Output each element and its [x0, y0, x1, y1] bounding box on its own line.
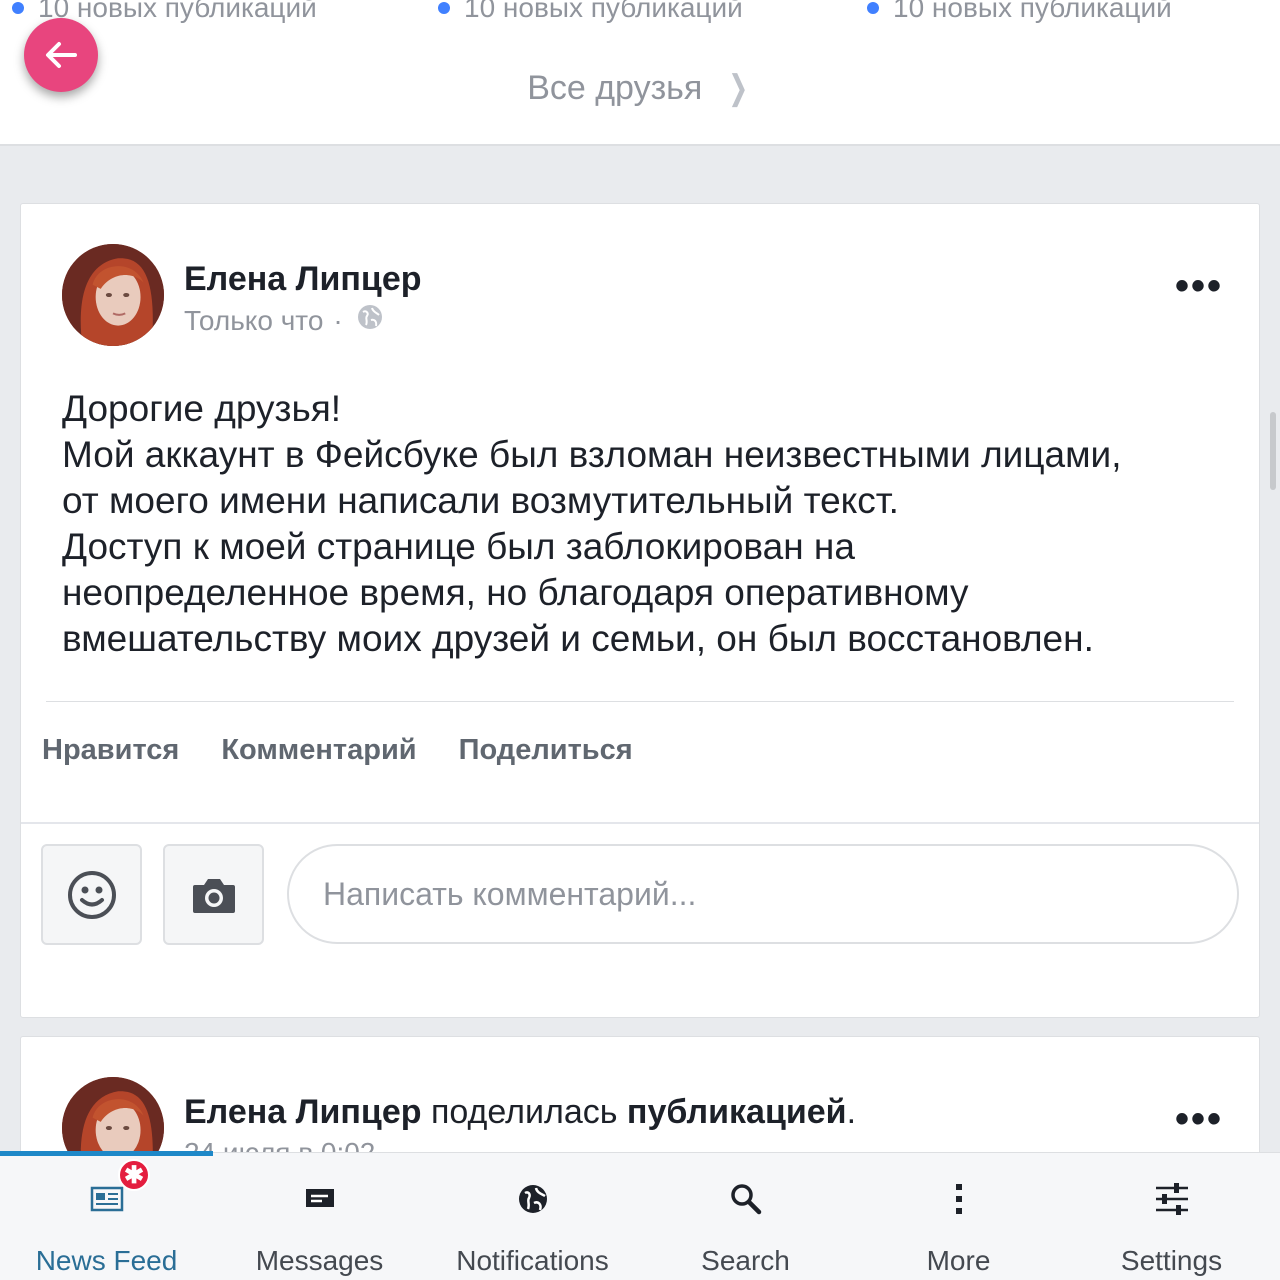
new-posts-indicator[interactable]: 10 новых публикаций — [867, 0, 1172, 24]
shared-object-link[interactable]: публикацией — [627, 1093, 847, 1131]
tab-search[interactable]: Search — [639, 1153, 852, 1280]
chevron-right-icon: ❯ — [728, 69, 749, 107]
post-time[interactable]: Только что — [184, 305, 323, 337]
tab-messages[interactable]: Messages — [213, 1153, 426, 1280]
post-text: Дорогие друзья! Мой аккаунт в Фейсбуке б… — [62, 386, 1232, 662]
comment-button[interactable]: Комментарий — [221, 734, 416, 767]
post-text-line: Мой аккаунт в Фейсбуке был взломан неизв… — [62, 434, 1122, 475]
share-button[interactable]: Поделиться — [459, 734, 633, 767]
back-button[interactable] — [24, 18, 98, 92]
divider — [21, 822, 1259, 824]
new-posts-label: 10 новых публикаций — [464, 0, 743, 23]
scrollbar-thumb[interactable] — [1270, 412, 1276, 490]
post-text-line: Доступ к моей странице был заблокирован … — [62, 526, 855, 567]
meta-separator: · — [333, 304, 343, 336]
new-posts-label: 10 новых публикаций — [893, 0, 1172, 23]
notification-badge: ✱ — [118, 1159, 150, 1191]
post-author[interactable]: Елена Липцер — [184, 260, 422, 299]
globe-icon — [517, 1181, 549, 1217]
post-text-line: Дорогие друзья! — [62, 388, 342, 429]
post-meta: Только что · — [184, 304, 383, 337]
bottom-tab-bar: ✱ News Feed Messages Notifications Searc… — [0, 1151, 1280, 1280]
all-friends-label: Все друзья — [527, 69, 703, 107]
smiley-icon — [67, 870, 116, 919]
globe-icon — [357, 304, 383, 337]
new-posts-label: 10 новых публикаций — [38, 0, 317, 23]
tab-news-feed[interactable]: ✱ News Feed — [0, 1153, 213, 1280]
more-vertical-icon — [954, 1181, 964, 1217]
post-actions: Нравится Комментарий Поделиться — [42, 734, 633, 767]
unread-dot — [867, 2, 879, 14]
arrow-left-icon — [46, 42, 77, 68]
post-author[interactable]: Елена Липцер — [184, 1093, 422, 1131]
new-posts-indicator[interactable]: 10 новых публикаций — [438, 0, 743, 24]
tab-label: Search — [701, 1245, 790, 1276]
tab-settings[interactable]: Settings — [1065, 1153, 1278, 1280]
newsfeed-icon — [90, 1181, 124, 1217]
all-friends-link[interactable]: Все друзья ❯ — [0, 68, 1280, 108]
emoji-button[interactable] — [41, 844, 142, 945]
search-icon — [729, 1181, 763, 1217]
like-button[interactable]: Нравится — [42, 734, 179, 767]
unread-dot — [438, 2, 450, 14]
tab-label: More — [926, 1245, 991, 1276]
divider — [46, 701, 1234, 702]
shared-text: поделилась — [430, 1093, 618, 1131]
tab-label: Messages — [255, 1245, 384, 1276]
post-text-line: вмешательству моих друзей и семьи, он бы… — [62, 618, 1094, 659]
unread-dot — [12, 2, 24, 14]
settings-sliders-icon — [1154, 1181, 1190, 1217]
tab-label: Settings — [1120, 1245, 1223, 1276]
tab-notifications[interactable]: Notifications — [426, 1153, 639, 1280]
avatar[interactable] — [62, 244, 164, 346]
post-card: Елена Липцер Только что · ••• Дорогие др… — [20, 203, 1260, 1018]
messages-icon — [302, 1181, 338, 1217]
post-options-button[interactable]: ••• — [1175, 1097, 1223, 1142]
photo-button[interactable] — [163, 844, 264, 945]
period: . — [846, 1093, 857, 1131]
post-options-button[interactable]: ••• — [1175, 264, 1223, 309]
comment-input[interactable] — [287, 844, 1239, 944]
profile-photo — [62, 244, 164, 346]
tab-more[interactable]: More — [852, 1153, 1065, 1280]
post-text-line: неопределенное время, но благодаря опера… — [62, 572, 969, 613]
post-text-line: от моего имени написали возмутительный т… — [62, 480, 899, 521]
post-headline: Елена Липцер поделилась публикацией. — [184, 1093, 856, 1132]
camera-icon — [192, 878, 235, 913]
tab-label: Notifications — [456, 1245, 609, 1276]
friends-strip: 10 новых публикаций 10 новых публикаций … — [0, 0, 1280, 146]
tab-label: News Feed — [35, 1245, 178, 1276]
